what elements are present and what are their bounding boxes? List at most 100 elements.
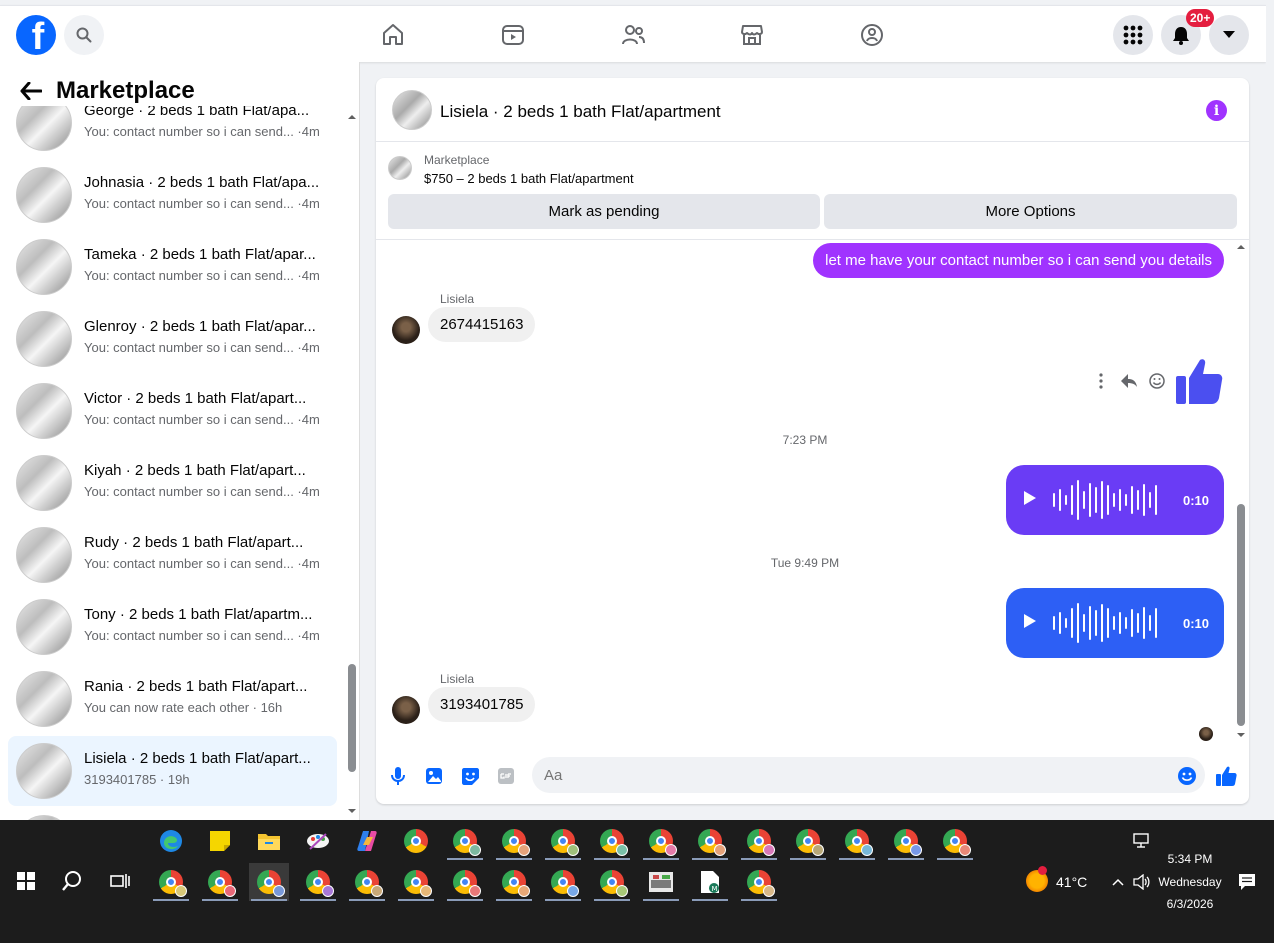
listing-thumbnail	[388, 156, 412, 180]
taskbar-chrome-profile[interactable]	[739, 822, 779, 860]
taskbar-chrome-profile[interactable]	[494, 863, 534, 901]
react-emoji-icon[interactable]	[1149, 373, 1165, 389]
nav-video[interactable]	[496, 18, 530, 52]
conversation-item[interactable]: Johnasia · 2 beds 1 bath Flat/apa... You…	[8, 160, 337, 230]
taskbar-chrome-profile[interactable]	[494, 822, 534, 860]
scrollbar-thumb[interactable]	[348, 664, 356, 772]
volume-icon[interactable]	[1133, 874, 1151, 890]
voice-message[interactable]: 0:10	[1006, 588, 1224, 658]
taskbar-chrome-profile[interactable]	[396, 863, 436, 901]
taskbar-chrome-profile[interactable]	[543, 863, 583, 901]
chat-avatar[interactable]	[392, 90, 432, 130]
taskbar-photos-app[interactable]	[641, 863, 681, 901]
incoming-message[interactable]: 2674415163	[428, 307, 536, 342]
sidebar-scrollbar[interactable]	[346, 62, 358, 820]
conversation-item[interactable]: Rania · 2 beds 1 bath Flat/apart... You …	[8, 664, 337, 734]
taskbar-chrome-profile[interactable]	[592, 822, 632, 860]
taskbar-chrome-profile[interactable]	[298, 863, 338, 901]
window-scrollbar[interactable]	[1266, 0, 1274, 820]
chat-scrollbar[interactable]	[1234, 240, 1248, 746]
taskbar-chrome-profile[interactable]	[935, 822, 975, 860]
account-button[interactable]	[1209, 15, 1249, 55]
sender-avatar[interactable]	[392, 696, 420, 724]
nav-home[interactable]	[376, 18, 410, 52]
taskbar-paint[interactable]	[298, 822, 338, 860]
conversation-item[interactable]: Glenroy · 2 beds 1 bath Flat/apar... You…	[8, 304, 337, 374]
taskbar-chrome-profile[interactable]	[543, 822, 583, 860]
menu-button[interactable]	[1113, 15, 1153, 55]
taskbar-sticky-notes[interactable]	[200, 822, 240, 860]
waveform-bar	[1101, 604, 1103, 642]
search-button[interactable]	[64, 15, 104, 55]
emoji-button[interactable]	[1176, 765, 1198, 787]
notification-center-icon[interactable]	[1238, 873, 1256, 891]
taskbar-chrome-profile[interactable]	[151, 863, 191, 901]
taskbar-chrome-profile[interactable]	[886, 822, 926, 860]
sticker-button[interactable]	[459, 765, 481, 787]
taskbar-search-button[interactable]	[52, 862, 92, 900]
send-like-button[interactable]	[1215, 765, 1237, 787]
conversation-item[interactable]	[8, 808, 337, 820]
taskbar-chrome-profile[interactable]	[200, 863, 240, 901]
taskbar-file-explorer[interactable]	[249, 822, 289, 860]
facebook-logo[interactable]: f	[16, 15, 56, 55]
scrollbar-thumb[interactable]	[1237, 504, 1245, 726]
voice-clip-button[interactable]	[387, 765, 409, 787]
conversation-item-active[interactable]: Lisiela · 2 beds 1 bath Flat/apart... 31…	[8, 736, 337, 806]
play-icon[interactable]	[1024, 614, 1036, 628]
taskbar-chrome-profile[interactable]	[445, 822, 485, 860]
listing-price-title[interactable]: $750 – 2 beds 1 bath Flat/apartment	[424, 171, 634, 186]
taskbar-document-app[interactable]: M	[690, 863, 730, 901]
back-arrow-icon[interactable]	[20, 82, 42, 100]
scroll-up-icon[interactable]	[346, 112, 358, 122]
sender-avatar[interactable]	[392, 316, 420, 344]
taskbar-chrome-profile[interactable]	[739, 863, 779, 901]
mark-pending-button[interactable]: Mark as pending	[388, 194, 820, 229]
chat-title[interactable]: Lisiela · 2 beds 1 bath Flat/apartment	[440, 102, 721, 122]
start-button[interactable]	[6, 862, 46, 900]
clock-day[interactable]: Wednesday	[1150, 875, 1230, 889]
network-desktop-icon[interactable]	[1133, 833, 1151, 849]
taskbar-chrome-profile[interactable]	[641, 822, 681, 860]
taskbar-chrome-profile[interactable]	[592, 863, 632, 901]
taskbar-edge[interactable]	[151, 822, 191, 860]
conversation-item[interactable]: Kiyah · 2 beds 1 bath Flat/apart... You:…	[8, 448, 337, 518]
taskbar-chrome-profile[interactable]	[445, 863, 485, 901]
conversation-item[interactable]: Tony · 2 beds 1 bath Flat/apartm... You:…	[8, 592, 337, 662]
info-icon[interactable]: i	[1206, 100, 1227, 121]
nav-groups[interactable]	[855, 18, 889, 52]
conversation-item[interactable]: Tameka · 2 beds 1 bath Flat/apar... You:…	[8, 232, 337, 302]
clock-date[interactable]: 6/3/2026	[1150, 897, 1230, 911]
taskbar-chrome[interactable]	[396, 822, 436, 860]
outgoing-message[interactable]: let me have your contact number so i can…	[813, 243, 1224, 278]
conversation-item[interactable]: Victor · 2 beds 1 bath Flat/apart... You…	[8, 376, 337, 446]
attach-photo-button[interactable]	[423, 765, 445, 787]
nav-marketplace[interactable]	[735, 18, 769, 52]
hidden-icons-chevron[interactable]	[1112, 878, 1124, 886]
chrome-profile-icon	[551, 829, 579, 856]
scroll-up-icon[interactable]	[1235, 242, 1247, 252]
more-actions-icon[interactable]	[1098, 373, 1104, 389]
taskbar-chrome-profile[interactable]	[347, 863, 387, 901]
task-view-button[interactable]	[100, 862, 140, 900]
thumbs-up-sticker-icon[interactable]	[1174, 356, 1224, 406]
taskbar-chrome-profile-active[interactable]	[249, 863, 289, 901]
nav-friends[interactable]	[616, 18, 650, 52]
taskbar-chrome-profile[interactable]	[690, 822, 730, 860]
taskbar-chrome-profile[interactable]	[788, 822, 828, 860]
more-options-button[interactable]: More Options	[824, 194, 1237, 229]
clock-time[interactable]: 5:34 PM	[1150, 852, 1230, 866]
conversation-item[interactable]: Rudy · 2 beds 1 bath Flat/apart... You: …	[8, 520, 337, 590]
taskbar-chrome-profile[interactable]	[837, 822, 877, 860]
scroll-down-icon[interactable]	[346, 806, 358, 816]
listing-thumbnail	[16, 671, 72, 727]
message-input[interactable]	[532, 757, 1205, 793]
voice-message[interactable]: 0:10	[1006, 465, 1224, 535]
play-icon[interactable]	[1024, 491, 1036, 505]
gif-button[interactable]	[495, 765, 517, 787]
taskbar-copilot[interactable]	[347, 822, 387, 860]
scroll-down-icon[interactable]	[1235, 730, 1247, 740]
weather-widget[interactable]: 41°C	[1024, 866, 1094, 894]
reply-icon[interactable]	[1120, 373, 1138, 389]
incoming-message[interactable]: 3193401785	[428, 687, 536, 722]
